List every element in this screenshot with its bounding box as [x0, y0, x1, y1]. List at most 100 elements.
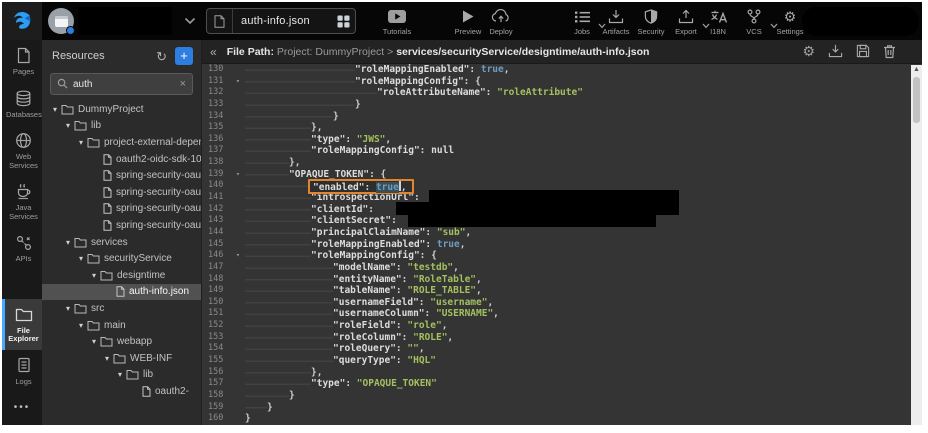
tree-folder-src[interactable]: ▾src: [42, 300, 201, 317]
download-button[interactable]: [828, 44, 843, 60]
caret-down-icon[interactable]: ▾: [63, 304, 73, 313]
sidebar-item-pages[interactable]: Pages: [2, 40, 42, 83]
code-line-151[interactable]: 151"usernameColumn": "USERNAME",: [202, 308, 911, 320]
code-line-160[interactable]: 160}: [202, 413, 911, 425]
tree-file-spring-security-oau[interactable]: spring-security-oau: [42, 201, 201, 218]
indent-guide: [267, 64, 289, 76]
caret-down-icon[interactable]: ▾: [63, 238, 73, 247]
caret-down-icon[interactable]: ▾: [89, 337, 99, 346]
fold-arrow-icon[interactable]: ▾: [236, 169, 245, 181]
collapse-panel-icon[interactable]: «: [210, 45, 217, 59]
code-line-134[interactable]: 134}: [202, 111, 911, 123]
toolbar-tutorials-button[interactable]: Tutorials: [377, 8, 417, 36]
security-icon: [631, 8, 671, 25]
fold-arrow-icon[interactable]: ▾: [236, 250, 245, 262]
code-line-137[interactable]: 137"roleMappingConfig": null: [202, 145, 911, 157]
caret-down-icon[interactable]: ▾: [63, 121, 73, 130]
code-line-150[interactable]: 150"usernameField": "username",: [202, 297, 911, 309]
code-line-131[interactable]: 131▾"roleMappingConfig": {: [202, 76, 911, 88]
code-line-147[interactable]: 147"modelName": "testdb",: [202, 262, 911, 274]
caret-down-icon[interactable]: ▾: [76, 138, 86, 147]
indent-guide: [245, 332, 267, 344]
tree-folder-lib[interactable]: ▾lib: [42, 118, 201, 135]
tree-folder-lib[interactable]: ▾lib: [42, 367, 201, 384]
tree-folder-project-external-depend[interactable]: ▾project-external-depend: [42, 134, 201, 151]
scroll-up-icon[interactable]: ▲: [911, 66, 922, 73]
tree-folder-services[interactable]: ▾services: [42, 234, 201, 251]
editor-scrollbar[interactable]: ▲: [911, 65, 922, 425]
sidebar-item-databases[interactable]: Databases: [2, 83, 42, 126]
search-input[interactable]: [73, 79, 180, 90]
settings-button[interactable]: ⚙: [802, 44, 815, 60]
code-line-148[interactable]: 148"entityName": "RoleTable",: [202, 274, 911, 286]
tree-file-spring-security-oau[interactable]: spring-security-oau: [42, 167, 201, 184]
code-line-154[interactable]: 154"roleQuery": "",: [202, 343, 911, 355]
token: ,: [504, 64, 510, 76]
code-line-144[interactable]: 144"principalClaimName": "sub",: [202, 227, 911, 239]
tree-file-oauth2-[interactable]: oauth2-: [42, 383, 201, 400]
caret-down-icon[interactable]: ▾: [89, 271, 99, 280]
code-line-158[interactable]: 158}: [202, 390, 911, 402]
caret-down-icon[interactable]: ▾: [76, 254, 86, 263]
tree-folder-main[interactable]: ▾main: [42, 317, 201, 334]
refresh-icon[interactable]: ↻: [156, 50, 167, 63]
project-selector[interactable]: [48, 7, 196, 35]
tree-file-oauth2-oidc-sdk-10[interactable]: oauth2-oidc-sdk-10: [42, 151, 201, 168]
tab-auth-info-json[interactable]: auth-info.json: [206, 8, 356, 34]
tree-folder-webapp[interactable]: ▾webapp: [42, 333, 201, 350]
clear-search-icon[interactable]: ×: [180, 78, 186, 90]
tree-folder-securityservice[interactable]: ▾securityService: [42, 250, 201, 267]
code-line-133[interactable]: 133}: [202, 99, 911, 111]
sidebar-item-apis[interactable]: APIs: [2, 227, 42, 270]
code-line-138[interactable]: 138},: [202, 157, 911, 169]
token: "roleColumn": [333, 332, 402, 344]
caret-down-icon[interactable]: ▾: [102, 354, 112, 363]
toolbar-security-button[interactable]: Security: [631, 8, 671, 36]
tutorials-icon: [377, 8, 417, 25]
tree-folder-web-inf[interactable]: ▾WEB-INF: [42, 350, 201, 367]
code-line-159[interactable]: 159}: [202, 402, 911, 414]
sidebar-item-logs[interactable]: Logs: [2, 350, 42, 393]
grid-icon[interactable]: [331, 15, 355, 28]
folder-icon: [126, 369, 139, 380]
code-line-146[interactable]: 146▾"roleMappingConfig": {: [202, 250, 911, 262]
code-line-136[interactable]: 136"type": "JWS",: [202, 134, 911, 146]
code-line-152[interactable]: 152"roleField": "role",: [202, 320, 911, 332]
code-line-157[interactable]: 157"type": "OPAQUE_TOKEN": [202, 378, 911, 390]
code-line-156[interactable]: 156},: [202, 367, 911, 379]
fold-arrow-icon[interactable]: ▾: [236, 76, 245, 88]
code-line-149[interactable]: 149"tableName": "ROLE_TABLE",: [202, 285, 911, 297]
tree-file-auth-info-json[interactable]: auth-info.json: [42, 284, 201, 301]
tree-file-spring-security-oau[interactable]: spring-security-oau: [42, 184, 201, 201]
code-line-143[interactable]: 143"clientSecret":: [202, 215, 911, 227]
delete-button[interactable]: [883, 44, 896, 60]
code-line-132[interactable]: 132"roleAttributeName": "roleAttribute": [202, 87, 911, 99]
sidebar-item-web-services[interactable]: Web Services: [2, 125, 42, 176]
save-button[interactable]: [856, 44, 870, 60]
more-options-icon[interactable]: •••: [2, 392, 42, 425]
code-line-130[interactable]: 130"roleMappingEnabled": true,: [202, 64, 911, 76]
code-line-153[interactable]: 153"roleColumn": "ROLE",: [202, 332, 911, 344]
tree-file-spring-security-oau[interactable]: spring-security-oau: [42, 217, 201, 234]
catalyst-logo[interactable]: [2, 2, 42, 40]
toolbar-artifacts-button[interactable]: Artifacts: [596, 8, 636, 36]
code-line-145[interactable]: 145"roleMappingEnabled": true,: [202, 239, 911, 251]
caret-down-icon[interactable]: ▾: [76, 321, 86, 330]
code-area[interactable]: 130"roleMappingEnabled": true,131▾"roleM…: [202, 64, 911, 425]
indent-guide: [311, 343, 333, 355]
tree-folder-dummyproject[interactable]: ▾DummyProject: [42, 101, 201, 118]
sidebar-item-file-explorer[interactable]: File Explorer: [2, 299, 42, 350]
toolbar-deploy-button[interactable]: Deploy: [481, 8, 521, 36]
caret-down-icon[interactable]: ▾: [50, 105, 60, 114]
resource-search[interactable]: ×: [50, 73, 193, 95]
add-resource-button[interactable]: +: [175, 47, 193, 65]
chevron-down-icon[interactable]: [184, 12, 196, 30]
toolbar-i18n-button[interactable]: I18N: [698, 8, 738, 36]
code-line-155[interactable]: 155"queryType": "HQL": [202, 355, 911, 367]
toolbar-vcs-button[interactable]: VCS: [734, 8, 774, 36]
scrollbar-thumb[interactable]: [913, 77, 920, 123]
sidebar-item-java-services[interactable]: Java Services: [2, 176, 42, 227]
code-line-135[interactable]: 135},: [202, 122, 911, 134]
caret-down-icon[interactable]: ▾: [115, 370, 125, 379]
tree-folder-designtime[interactable]: ▾designtime: [42, 267, 201, 284]
